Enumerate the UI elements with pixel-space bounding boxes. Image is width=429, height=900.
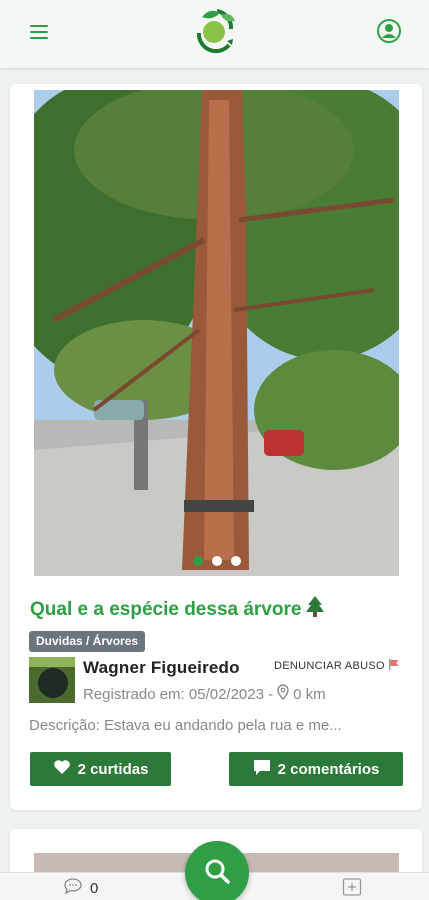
comments-label: 2 comentários (277, 760, 380, 778)
app-logo[interactable] (187, 3, 243, 59)
category-badge[interactable]: Duvidas / Árvores (29, 631, 146, 652)
heart-icon (53, 759, 71, 779)
tree-photo (34, 90, 399, 576)
distance-value: 0 km (293, 685, 326, 703)
report-abuse-link[interactable]: DENUNCIAR ABUSO (274, 659, 400, 673)
search-button[interactable] (185, 841, 249, 900)
chat-count-value: 0 (90, 879, 99, 897)
carousel-dot-2[interactable] (211, 556, 222, 566)
post-card[interactable]: Qual e a espécie dessa árvore Duvidas / … (10, 84, 422, 810)
post-meta: Registrado em: 05/02/2023 - 0 km (83, 684, 326, 704)
chat-bubble-icon (64, 878, 82, 898)
chat-button[interactable]: 0 (64, 878, 98, 898)
author-name[interactable]: Wagner Figueiredo (83, 658, 240, 678)
hamburger-menu-icon[interactable] (30, 21, 54, 43)
post-image-carousel[interactable] (34, 90, 399, 576)
likes-label: 2 curtidas (77, 760, 149, 778)
post-title[interactable]: Qual e a espécie dessa árvore (30, 596, 325, 624)
user-circle-icon[interactable] (376, 18, 402, 44)
plus-square-icon[interactable] (342, 878, 362, 896)
carousel-dot-3[interactable] (230, 556, 241, 566)
registered-date: Registrado em: 05/02/2023 - (83, 685, 274, 703)
flag-icon (388, 659, 400, 673)
search-icon (203, 857, 231, 890)
carousel-dot-1[interactable] (192, 556, 203, 566)
location-pin-icon (277, 684, 289, 704)
avatar[interactable] (29, 657, 75, 703)
comment-icon (253, 759, 271, 780)
likes-button[interactable]: 2 curtidas (30, 752, 171, 786)
top-app-bar (0, 0, 429, 68)
post-title-text[interactable]: Qual e a espécie dessa árvore (30, 599, 301, 620)
carousel-indicators (34, 556, 399, 566)
comments-button[interactable]: 2 comentários (229, 752, 403, 786)
report-abuse-label: DENUNCIAR ABUSO (274, 660, 385, 672)
post-description[interactable]: Descrição: Estava eu andando pela rua e … (29, 717, 342, 734)
tree-icon (305, 596, 325, 624)
